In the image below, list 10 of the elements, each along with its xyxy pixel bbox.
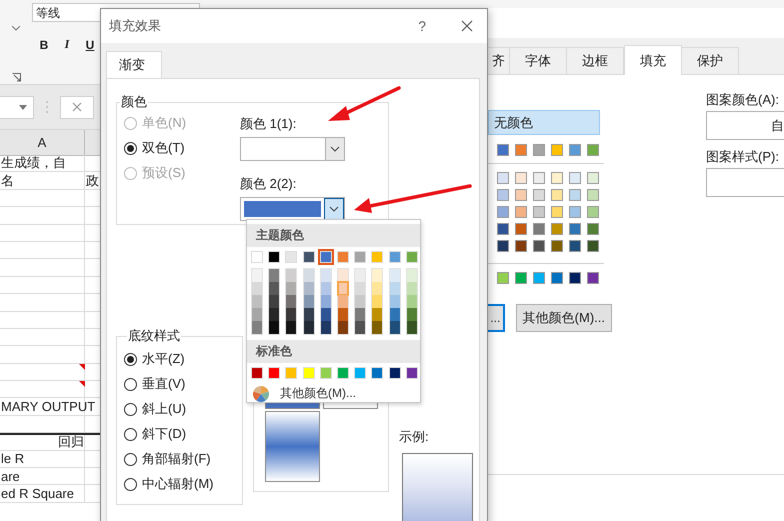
color-1-label: 颜色 1(1): bbox=[240, 115, 298, 131]
menu-heading: 标准色 bbox=[247, 340, 420, 363]
group-legend: 颜色 bbox=[120, 93, 148, 111]
pattern-style-label: 图案样式(P): bbox=[706, 148, 780, 164]
table-cell: 名 bbox=[0, 172, 85, 190]
menu-heading: 主题颜色 bbox=[247, 224, 420, 247]
color-2-label: 颜色 2(2): bbox=[240, 175, 298, 191]
pattern-color-label: 图案颜色(A): bbox=[706, 91, 780, 107]
group-legend: 底纹样式 bbox=[127, 327, 181, 345]
sample-label: 示例: bbox=[399, 428, 430, 446]
